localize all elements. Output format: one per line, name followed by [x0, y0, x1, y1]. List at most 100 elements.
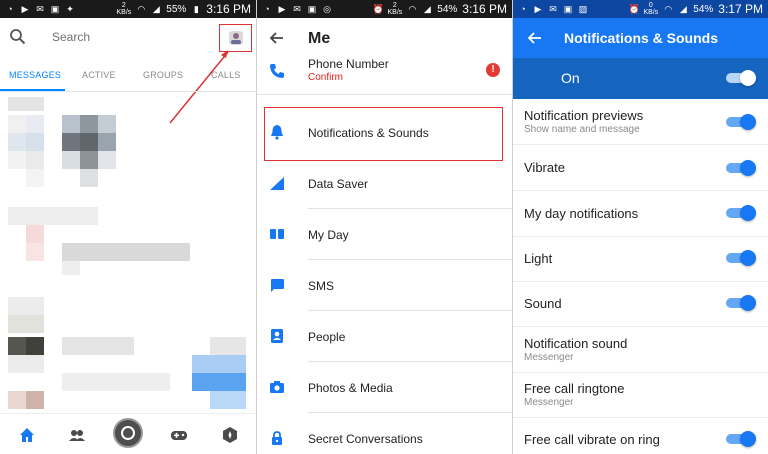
settings-item-label: Photos & Media — [308, 381, 393, 395]
settings-item-data-saver[interactable]: Data Saver — [257, 158, 512, 209]
page-title: Me — [308, 30, 331, 47]
message-status-icon: ✉ — [549, 4, 557, 14]
master-switch-label: On — [561, 70, 580, 86]
messenger-status-icon: ◔ — [264, 4, 270, 14]
master-toggle[interactable] — [726, 70, 756, 86]
toggle[interactable] — [726, 114, 756, 130]
master-switch-row[interactable]: On — [513, 58, 768, 99]
toggle[interactable] — [726, 431, 756, 447]
messenger-status-icon: ◔ — [520, 4, 526, 14]
home-icon[interactable] — [18, 426, 36, 444]
settings-item-label: Secret Conversations — [308, 432, 423, 446]
status-bar: ◔ ▶ ✉ ▣ ◎ ⏰ 2 KB/s ◠ ◢ 54% 3:16 PM — [257, 0, 512, 18]
battery-level: 54% — [437, 3, 458, 15]
setting-notification-previews[interactable]: Notification previews Show name and mess… — [513, 99, 768, 145]
separator — [257, 94, 512, 95]
wifi-status-icon: ◠ — [408, 4, 417, 14]
setting-free-call-vibrate[interactable]: Free call vibrate on ring — [513, 418, 768, 454]
instagram-status-icon: ◎ — [323, 4, 331, 14]
setting-label: Notification previews — [524, 108, 644, 123]
app-bar: Me — [257, 18, 512, 58]
battery-level: 54% — [693, 3, 714, 15]
games-icon[interactable] — [170, 426, 188, 444]
alarm-status-icon: ⏰ — [372, 4, 384, 14]
people-icon[interactable] — [68, 426, 86, 444]
settings-item-secret-conversations[interactable]: Secret Conversations — [257, 413, 512, 454]
app-bar: Notifications & Sounds — [513, 18, 768, 58]
toggle-knob — [740, 205, 756, 221]
setting-sub: Messenger — [524, 397, 574, 408]
camera-icon — [270, 381, 284, 393]
setting-label: Free call ringtone — [524, 381, 625, 396]
setting-sound[interactable]: Sound — [513, 281, 768, 327]
message-status-icon: ✉ — [293, 4, 301, 14]
tab-messages[interactable]: MESSAGES — [9, 70, 61, 80]
alert-badge: ! — [486, 63, 500, 77]
phone-number-item[interactable]: Phone Number Confirm — [257, 55, 512, 106]
tab-active[interactable]: ACTIVE — [82, 70, 116, 80]
setting-sub: Show name and message — [524, 124, 640, 135]
toggle[interactable] — [726, 295, 756, 311]
settings-item-photos-media[interactable]: Photos & Media — [257, 362, 512, 413]
gallery-status-icon: ▣ — [563, 4, 573, 14]
settings-item-people[interactable]: People — [257, 311, 512, 362]
toggle[interactable] — [726, 160, 756, 176]
toggle[interactable] — [726, 205, 756, 221]
image-status-icon: ▨ — [578, 4, 588, 14]
toggle-knob — [740, 431, 756, 447]
data-rate: 2 KB/s — [387, 2, 403, 16]
toggle-knob — [740, 160, 756, 176]
toggle-knob — [740, 295, 756, 311]
discover-icon[interactable] — [221, 426, 239, 444]
setting-label: Notification sound — [524, 336, 628, 351]
setting-light[interactable]: Light — [513, 236, 768, 282]
camera-icon[interactable] — [113, 418, 143, 448]
setting-sub: Messenger — [524, 352, 574, 363]
back-arrow-icon[interactable] — [268, 30, 284, 46]
messenger-home-panel: ◔ ▶ ✉ ▣ ✦ 2 KB/s ◠ ◢ 55% ▮ 3:16 PM Search — [0, 0, 256, 454]
phone-number-label: Phone Number — [308, 57, 389, 71]
settings-item-sms[interactable]: SMS — [257, 260, 512, 311]
setting-label: Light — [524, 251, 553, 266]
lock-icon — [272, 431, 282, 445]
play-status-icon: ▶ — [534, 4, 542, 14]
settings-item-label: People — [308, 330, 346, 344]
notifications-sounds-panel: ◔ ▶ ✉ ▣ ▨ ⏰ 0 KB/s ◠ ◢ 54% 3:17 PM Notifi… — [513, 0, 768, 454]
clock: 3:17 PM — [718, 2, 763, 16]
setting-my-day-notifications[interactable]: My day notifications — [513, 191, 768, 237]
tab-groups[interactable]: GROUPS — [143, 70, 183, 80]
phone-icon — [270, 64, 284, 78]
tab-indicator — [0, 89, 65, 91]
me-settings-panel: ◔ ▶ ✉ ▣ ◎ ⏰ 2 KB/s ◠ ◢ 54% 3:16 PM Me Pho… — [257, 0, 512, 454]
contacts-icon — [271, 329, 283, 343]
setting-label: Sound — [524, 296, 562, 311]
setting-notification-sound[interactable]: Notification sound Messenger — [513, 327, 768, 373]
alarm-status-icon: ⏰ — [628, 4, 640, 14]
blurred-conversation-list — [8, 97, 246, 409]
toggle[interactable] — [726, 250, 756, 266]
confirm-link[interactable]: Confirm — [308, 72, 343, 83]
setting-label: Free call vibrate on ring — [524, 432, 660, 447]
data-rate: 0 KB/s — [643, 2, 659, 16]
back-arrow-icon[interactable] — [526, 30, 542, 46]
setting-label: Vibrate — [524, 160, 565, 175]
settings-item-my-day[interactable]: My Day — [257, 209, 512, 260]
setting-vibrate[interactable]: Vibrate — [513, 145, 768, 191]
signal-status-icon: ◢ — [679, 4, 687, 14]
setting-free-call-ringtone[interactable]: Free call ringtone Messenger — [513, 372, 768, 418]
tab-calls[interactable]: CALLS — [211, 70, 241, 80]
highlight-box — [264, 107, 503, 161]
my-day-icon — [270, 229, 284, 239]
settings-item-label: SMS — [308, 279, 335, 293]
sms-icon — [271, 279, 284, 292]
clock: 3:16 PM — [462, 2, 507, 16]
play-status-icon: ▶ — [278, 4, 286, 14]
setting-label: My day notifications — [524, 206, 639, 221]
toggle-knob — [740, 70, 756, 86]
bottom-nav — [0, 413, 256, 454]
toggle-knob — [740, 250, 756, 266]
data-saver-icon — [270, 177, 284, 190]
signal-status-icon: ◢ — [423, 4, 431, 14]
wifi-status-icon: ◠ — [664, 4, 673, 14]
page-title: Notifications & Sounds — [564, 30, 718, 46]
